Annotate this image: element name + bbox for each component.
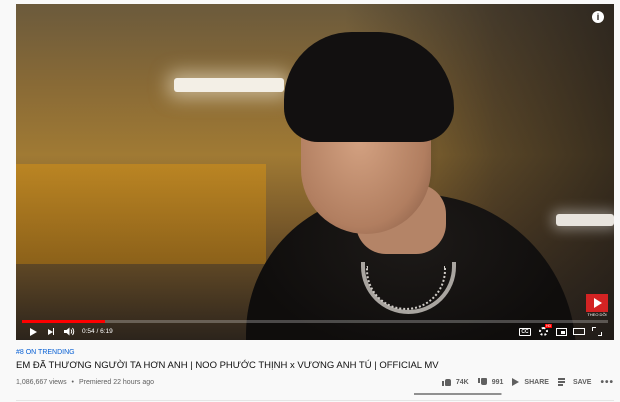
play-icon: [29, 327, 37, 336]
like-button[interactable]: 74K: [441, 378, 469, 386]
theater-button[interactable]: [570, 323, 588, 340]
next-icon: [47, 328, 55, 335]
ceiling-light: [174, 78, 284, 92]
theater-icon: [573, 328, 585, 335]
dislike-button[interactable]: 991: [477, 378, 504, 386]
save-button[interactable]: SAVE: [557, 378, 592, 386]
action-bar: 74K 991 SHARE SAVE •••: [433, 375, 614, 389]
miniplayer-icon: [555, 327, 567, 336]
settings-icon: [538, 327, 548, 336]
more-icon[interactable]: •••: [600, 377, 614, 388]
background-wall: [16, 164, 266, 264]
view-info: 1,086,667 views • Premiered 22 hours ago: [16, 379, 154, 386]
trending-link[interactable]: #8 ON TRENDING: [16, 348, 614, 358]
share-icon: [512, 378, 520, 386]
dislike-icon: [477, 378, 487, 386]
watermark-play-icon: [586, 294, 608, 312]
save-icon: [557, 378, 568, 386]
hd-badge: HD: [544, 324, 552, 328]
fullscreen-icon: [592, 327, 602, 336]
person-hair: [284, 32, 454, 142]
video-player[interactable]: i THEO DÕI 0:54 / 6:19 CC HD: [16, 4, 614, 340]
meta-row: 1,086,667 views • Premiered 22 hours ago…: [16, 375, 614, 389]
like-ratio-bar: [414, 393, 502, 395]
view-count: 1,086,667 views: [16, 378, 67, 386]
next-button[interactable]: [42, 323, 60, 340]
watermark-label: THEO DÕI: [587, 312, 607, 317]
duration: 6:19: [100, 328, 113, 335]
play-button[interactable]: [24, 323, 42, 340]
like-icon: [441, 378, 451, 386]
volume-button[interactable]: [60, 323, 78, 340]
video-info: #8 ON TRENDING EM ĐÃ THƯƠNG NGƯỜI TA HƠN…: [16, 348, 614, 388]
video-title: EM ĐÃ THƯƠNG NGƯỜI TA HƠN ANH | NOO PHƯỚ…: [16, 360, 439, 371]
save-label: SAVE: [572, 378, 592, 386]
like-ratio-fill: [414, 393, 501, 395]
page: i THEO DÕI 0:54 / 6:19 CC HD #8 ON TREND…: [0, 0, 620, 402]
channel-watermark[interactable]: THEO DÕI: [586, 294, 608, 318]
divider: [16, 400, 614, 401]
meta-separator: •: [71, 378, 74, 386]
dislike-count: 991: [491, 378, 504, 386]
settings-button[interactable]: HD: [534, 323, 552, 340]
video-frame[interactable]: [16, 4, 614, 340]
current-time: 0:54: [82, 328, 95, 335]
captions-icon: CC: [519, 327, 531, 336]
premiere-date: Premiered 22 hours ago: [78, 378, 155, 386]
volume-icon: [63, 327, 74, 336]
fullscreen-button[interactable]: [588, 323, 606, 340]
like-count: 74K: [455, 378, 469, 386]
miniplayer-button[interactable]: [552, 323, 570, 340]
info-icon[interactable]: i: [592, 11, 604, 23]
share-button[interactable]: SHARE: [512, 378, 549, 386]
captions-button[interactable]: CC: [516, 323, 534, 340]
player-controls: 0:54 / 6:19 CC HD: [16, 323, 614, 340]
time-display: 0:54 / 6:19: [82, 328, 113, 335]
background-light: [556, 214, 614, 226]
share-label: SHARE: [524, 378, 549, 386]
